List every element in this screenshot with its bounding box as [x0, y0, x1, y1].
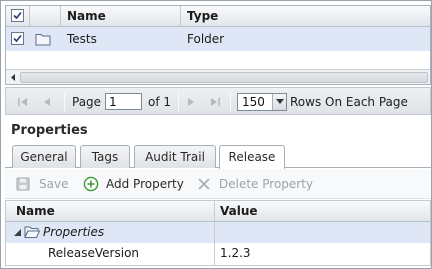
properties-grid-header: Name Value — [6, 201, 430, 222]
tab-release[interactable]: Release — [219, 145, 285, 169]
check-icon — [13, 11, 22, 20]
table-row[interactable]: ReleaseVersion 1.2.3 — [6, 243, 430, 265]
select-all-cell — [6, 6, 30, 27]
rows-per-page-select[interactable]: 150 — [237, 93, 287, 111]
last-page-icon[interactable] — [208, 95, 222, 109]
row-checkbox[interactable] — [11, 32, 24, 45]
column-header-name[interactable]: Name — [16, 201, 55, 222]
group-label: Properties — [43, 225, 105, 239]
column-header-value[interactable]: Value — [220, 201, 258, 222]
column-header-type[interactable]: Type — [181, 6, 432, 27]
add-icon — [83, 176, 99, 192]
column-divider — [214, 222, 215, 243]
separator — [178, 93, 179, 111]
tab-audit-trail[interactable]: Audit Trail — [134, 145, 216, 168]
property-group-row[interactable]: Properties — [6, 222, 430, 243]
main-window: Name Type Tests Folder Page of 1 — [0, 0, 432, 269]
select-all-checkbox[interactable] — [11, 9, 24, 22]
rows-per-page-label: Rows On Each Page — [290, 95, 408, 109]
items-grid: Name Type Tests Folder — [5, 5, 431, 85]
chevron-down-icon — [276, 99, 284, 104]
next-page-icon[interactable] — [184, 95, 198, 109]
icon-column-header — [30, 6, 61, 27]
collapse-arrow-icon[interactable] — [14, 229, 21, 236]
pager-bar: Page of 1 150 Rows On Each Page — [5, 87, 431, 115]
property-value[interactable]: 1.2.3 — [220, 243, 251, 264]
grid-header: Name Type — [6, 6, 430, 27]
delete-property-button[interactable]: Delete Property — [194, 169, 314, 199]
rows-per-page-value: 150 — [242, 95, 265, 109]
page-count-label: of 1 — [148, 95, 172, 109]
property-name: ReleaseVersion — [48, 246, 140, 260]
properties-tabs: General Tags Audit Trail Release — [5, 141, 431, 169]
grid-empty-area — [6, 51, 430, 70]
save-icon — [16, 177, 30, 191]
scroll-left-arrow-icon[interactable] — [8, 72, 19, 83]
column-header-name[interactable]: Name — [61, 6, 181, 27]
add-property-label: Add Property — [106, 177, 184, 191]
page-label: Page — [72, 95, 102, 109]
table-row[interactable]: Tests Folder — [6, 27, 430, 51]
add-property-button[interactable]: Add Property — [81, 169, 186, 199]
column-divider — [214, 243, 215, 265]
scrollbar-thumb[interactable] — [20, 72, 428, 83]
folder-open-icon — [24, 226, 40, 238]
folder-icon — [35, 34, 51, 46]
horizontal-scrollbar[interactable] — [6, 69, 430, 84]
close-icon — [198, 178, 210, 190]
row-type: Folder — [187, 32, 225, 46]
column-divider — [214, 201, 215, 221]
properties-grid: Name Value Properties ReleaseVersion 1.2… — [5, 200, 431, 266]
row-name: Tests — [67, 32, 97, 46]
separator — [64, 93, 65, 111]
save-label: Save — [39, 177, 69, 191]
separator — [230, 93, 231, 111]
tab-tags[interactable]: Tags — [80, 145, 130, 168]
save-button[interactable]: Save — [13, 169, 73, 199]
first-page-icon[interactable] — [16, 95, 30, 109]
panel-title: Properties — [11, 123, 88, 138]
check-icon — [13, 34, 22, 43]
properties-toolbar: Save Add Property Delete Property — [5, 169, 431, 199]
dropdown-button[interactable] — [272, 94, 286, 110]
previous-page-icon[interactable] — [40, 95, 54, 109]
tab-general[interactable]: General — [12, 145, 76, 168]
delete-property-label: Delete Property — [219, 177, 314, 191]
page-number-input[interactable] — [105, 93, 142, 110]
